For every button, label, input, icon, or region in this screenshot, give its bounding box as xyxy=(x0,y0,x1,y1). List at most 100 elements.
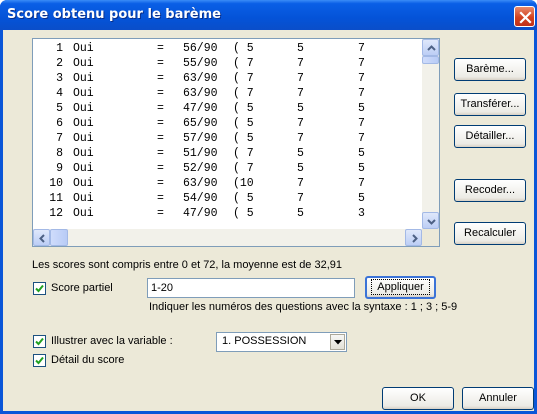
list-cell-score: 52/90 xyxy=(183,162,218,175)
list-cell-c1: ( 5 xyxy=(233,42,254,55)
list-cell-score: 54/90 xyxy=(183,192,218,205)
list-cell-score: 47/90 xyxy=(183,207,218,220)
list-cell-eq: = xyxy=(157,42,164,55)
list-cell-c3: 7 xyxy=(358,87,365,100)
list-cell-eq: = xyxy=(157,117,164,130)
list-cell-num: 1 xyxy=(56,42,63,55)
list-cell-c1: ( 7 xyxy=(233,87,254,100)
list-row[interactable]: 8 Oui = 51/90 ( 7 5 5 xyxy=(33,146,421,161)
variable-select-value: 1. POSSESSION xyxy=(222,335,307,347)
list-cell-eq: = xyxy=(157,192,164,205)
check-icon xyxy=(35,284,44,293)
list-row[interactable]: 10 Oui = 63/90 (10 7 7 xyxy=(33,176,421,191)
list-cell-answer: Oui xyxy=(73,132,94,145)
score-partiel-checkbox[interactable] xyxy=(33,282,46,295)
list-cell-num: 8 xyxy=(56,147,63,160)
list-row[interactable]: 5 Oui = 47/90 ( 5 5 5 xyxy=(33,101,421,116)
list-cell-c3: 7 xyxy=(358,72,365,85)
list-row[interactable]: 1 Oui = 56/90 ( 5 5 7 xyxy=(33,41,421,56)
list-cell-score: 57/90 xyxy=(183,132,218,145)
transferer-button[interactable]: Transférer... xyxy=(454,93,526,116)
list-row[interactable]: 12 Oui = 47/90 ( 5 5 3 xyxy=(33,206,421,221)
list-row[interactable]: 7 Oui = 57/90 ( 5 7 7 xyxy=(33,131,421,146)
list-cell-answer: Oui xyxy=(73,192,94,205)
horizontal-scroll-thumb[interactable] xyxy=(50,229,68,246)
scroll-right-button[interactable] xyxy=(405,229,422,246)
list-cell-answer: Oui xyxy=(73,57,94,70)
list-cell-num: 6 xyxy=(56,117,63,130)
list-cell-c1: ( 7 xyxy=(233,57,254,70)
detailler-button[interactable]: Détailler... xyxy=(454,125,526,148)
list-cell-c2: 7 xyxy=(297,177,304,190)
appliquer-label: Appliquer xyxy=(371,279,430,295)
ok-button[interactable]: OK xyxy=(382,387,454,410)
illustrer-checkbox[interactable] xyxy=(33,335,46,348)
scroll-down-button[interactable] xyxy=(422,212,439,229)
list-cell-score: 51/90 xyxy=(183,147,218,160)
title-bar[interactable]: Score obtenu pour le barème xyxy=(0,0,537,30)
close-icon xyxy=(519,11,532,24)
arrow-left-icon xyxy=(39,234,45,243)
list-cell-c2: 5 xyxy=(297,162,304,175)
list-cell-score: 65/90 xyxy=(183,117,218,130)
list-cell-c2: 5 xyxy=(297,102,304,115)
list-cell-answer: Oui xyxy=(73,72,94,85)
list-cell-eq: = xyxy=(157,162,164,175)
annuler-button[interactable]: Annuler xyxy=(462,387,534,410)
list-cell-c1: ( 5 xyxy=(233,192,254,205)
list-cell-c3: 5 xyxy=(358,102,365,115)
scroll-up-button[interactable] xyxy=(422,39,439,56)
list-cell-c1: ( 7 xyxy=(233,162,254,175)
list-cell-c3: 5 xyxy=(358,192,365,205)
list-row[interactable]: 4 Oui = 63/90 ( 7 7 7 xyxy=(33,86,421,101)
list-cell-answer: Oui xyxy=(73,42,94,55)
list-cell-c3: 7 xyxy=(358,42,365,55)
recalculer-button[interactable]: Recalculer xyxy=(454,222,526,245)
list-row[interactable]: 2 Oui = 55/90 ( 7 7 7 xyxy=(33,56,421,71)
horizontal-scrollbar[interactable] xyxy=(33,229,422,246)
list-cell-c3: 5 xyxy=(358,147,365,160)
arrow-right-icon xyxy=(412,234,418,243)
score-list-rows: 1 Oui = 56/90 ( 5 5 7 2 Oui = 55/90 ( 7 7 7 3 Oui = 63/90… xyxy=(33,39,421,229)
scroll-left-button[interactable] xyxy=(33,229,50,246)
list-cell-eq: = xyxy=(157,132,164,145)
list-cell-num: 4 xyxy=(56,87,63,100)
list-cell-eq: = xyxy=(157,147,164,160)
list-row[interactable]: 6 Oui = 65/90 ( 5 7 7 xyxy=(33,116,421,131)
arrow-down-icon xyxy=(427,219,436,225)
detail-score-checkbox[interactable] xyxy=(33,354,46,367)
list-cell-c2: 5 xyxy=(297,42,304,55)
list-cell-num: 10 xyxy=(49,177,63,190)
appliquer-button[interactable]: Appliquer xyxy=(365,276,436,299)
list-cell-num: 5 xyxy=(56,102,63,115)
list-cell-c1: (10 xyxy=(233,177,254,190)
list-row[interactable]: 9 Oui = 52/90 ( 7 5 5 xyxy=(33,161,421,176)
list-cell-eq: = xyxy=(157,207,164,220)
list-cell-answer: Oui xyxy=(73,117,94,130)
list-cell-eq: = xyxy=(157,72,164,85)
list-cell-score: 56/90 xyxy=(183,42,218,55)
list-cell-answer: Oui xyxy=(73,102,94,115)
list-cell-num: 12 xyxy=(49,207,63,220)
variable-select-dropdown[interactable] xyxy=(330,334,345,350)
close-button[interactable] xyxy=(514,6,535,27)
vertical-scrollbar[interactable] xyxy=(422,39,439,229)
dialog-body: 1 Oui = 56/90 ( 5 5 7 2 Oui = 55/90 ( 7 7 7 3 Oui = 63/90… xyxy=(3,30,534,411)
list-row[interactable]: 3 Oui = 63/90 ( 7 7 7 xyxy=(33,71,421,86)
list-cell-answer: Oui xyxy=(73,87,94,100)
score-partiel-hint: Indiquer les numéros des questions avec … xyxy=(149,301,458,313)
list-row[interactable]: 11 Oui = 54/90 ( 5 7 5 xyxy=(33,191,421,206)
bareme-button[interactable]: Barème... xyxy=(454,58,526,81)
list-cell-num: 2 xyxy=(56,57,63,70)
variable-select[interactable]: 1. POSSESSION xyxy=(216,332,347,352)
vertical-scroll-thumb[interactable] xyxy=(422,56,439,64)
list-cell-eq: = xyxy=(157,57,164,70)
list-cell-num: 9 xyxy=(56,162,63,175)
list-cell-c2: 5 xyxy=(297,147,304,160)
score-partiel-input[interactable]: 1-20 xyxy=(147,278,355,298)
recoder-button[interactable]: Recoder... xyxy=(454,179,526,202)
score-list[interactable]: 1 Oui = 56/90 ( 5 5 7 2 Oui = 55/90 ( 7 7 7 3 Oui = 63/90… xyxy=(32,38,440,247)
score-partiel-label: Score partiel xyxy=(51,282,113,294)
list-cell-c3: 3 xyxy=(358,207,365,220)
window-title: Score obtenu pour le barème xyxy=(7,7,221,22)
